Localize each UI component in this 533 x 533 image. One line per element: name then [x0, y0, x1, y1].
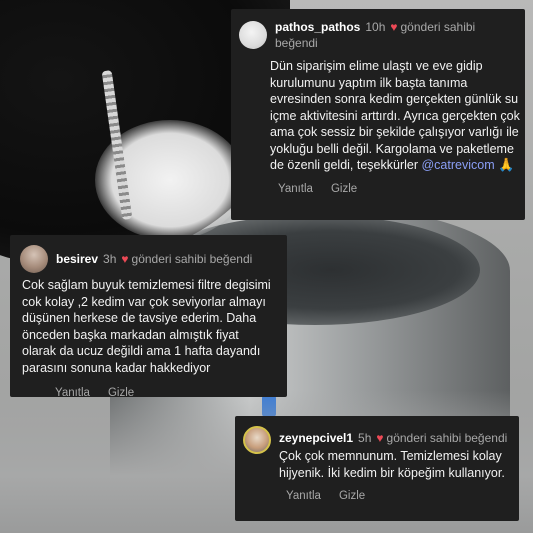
- comment-actions: Yanıtla Gizle: [286, 490, 511, 502]
- hide-button[interactable]: Gizle: [331, 183, 357, 195]
- reply-button[interactable]: Yanıtla: [55, 387, 90, 399]
- comment-text: Çok çok memnunum. Temizlemesi kolay hijy…: [279, 449, 505, 480]
- comment-card: besirev 3h ♥ gönderi sahibi beğendi Cok sağ…: [10, 235, 287, 399]
- avatar[interactable]: [20, 245, 48, 273]
- comment-actions: Yanıtla Gizle: [55, 387, 279, 399]
- comment-meta: besirev 3h ♥ gönderi sahibi beğendi: [56, 251, 252, 267]
- username[interactable]: besirev: [56, 252, 98, 266]
- avatar[interactable]: [243, 426, 271, 454]
- comment-header: besirev 3h ♥ gönderi sahibi beğendi: [20, 245, 279, 273]
- liked-by-author-label: gönderi sahibi beğendi: [131, 252, 253, 266]
- reply-button[interactable]: Yanıtla: [286, 490, 321, 502]
- comment-text: Dün siparişim elime ulaştı ve eve gidip …: [270, 58, 522, 174]
- comment-body: Dün siparişim elime ulaştı ve eve gidip …: [270, 59, 520, 172]
- comment-actions: Yanıtla Gizle: [278, 183, 515, 195]
- liked-by-author-label: gönderi sahibi beğendi: [386, 431, 508, 445]
- username[interactable]: pathos_pathos: [275, 20, 360, 34]
- heart-icon: ♥: [376, 431, 384, 445]
- comment-card: zeynepcivel1 5h ♥ gönderi sahibi beğendi Ço…: [235, 416, 519, 521]
- avatar[interactable]: [239, 21, 267, 49]
- praying-hands-emoji: 🙏: [498, 157, 515, 172]
- comment-meta: zeynepcivel1 5h ♥ gönderi sahibi beğendi: [279, 430, 507, 446]
- heart-icon: ♥: [390, 20, 398, 34]
- comment-text: Cok sağlam buyuk temizlemesi filtre degi…: [22, 278, 271, 375]
- mention-link[interactable]: @catrevicom: [421, 158, 494, 172]
- username[interactable]: zeynepcivel1: [279, 431, 353, 445]
- comment-header: pathos_pathos 10h ♥ gönderi sahibi beğendi: [239, 19, 515, 51]
- reply-button[interactable]: Yanıtla: [278, 183, 313, 195]
- timestamp: 5h: [358, 431, 372, 445]
- comment-meta: pathos_pathos 10h ♥ gönderi sahibi beğendi: [275, 19, 515, 51]
- timestamp: 3h: [103, 252, 117, 266]
- heart-icon: ♥: [121, 252, 129, 266]
- hide-button[interactable]: Gizle: [339, 490, 365, 502]
- timestamp: 10h: [365, 20, 386, 34]
- comment-card: pathos_pathos 10h ♥ gönderi sahibi beğendi …: [231, 9, 525, 220]
- hide-button[interactable]: Gizle: [108, 387, 134, 399]
